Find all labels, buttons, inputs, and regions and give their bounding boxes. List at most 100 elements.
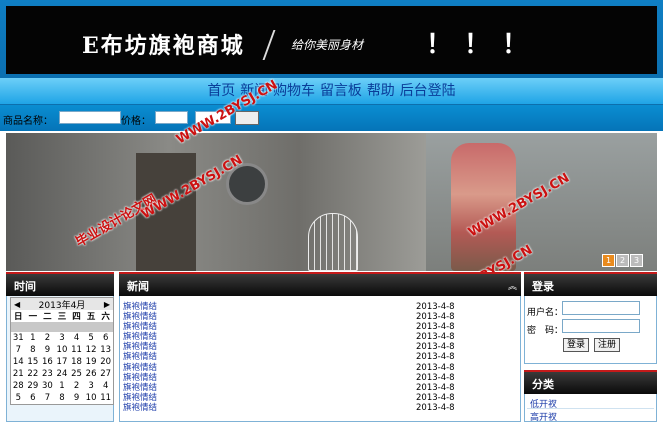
news-panel-title: 新闻 [119,272,521,296]
news-item-date: 2013-4-8 [416,362,455,373]
login-button[interactable]: 登录 [563,338,590,352]
calendar-day[interactable]: 13 [98,344,113,356]
calendar-day[interactable]: 4 [69,332,84,344]
nav-admin-login[interactable]: 后台登陆 [400,78,456,104]
news-item: 旗袍情结 2013-4-8 [123,342,473,352]
calendar-week: 31 1 2 3 4 5 6 [11,332,113,344]
calendar-day[interactable]: 26 [84,368,99,380]
calendar-day[interactable]: 29 [26,380,41,392]
more-arrow-icon[interactable]: ︽ [508,279,517,292]
news-item-date: 2013-4-8 [416,312,455,323]
weekday: 四 [72,312,81,322]
slogan-exclaim: ！！！ [426,30,541,60]
calendar-day[interactable]: 14 [11,356,26,368]
news-item-title[interactable]: 旗袍情结 [123,322,157,332]
promo-banner[interactable]: 1 2 3 [6,133,657,271]
category-divider [527,408,654,409]
calendar-day[interactable]: 25 [69,368,84,380]
calendar-day[interactable]: 15 [26,356,41,368]
banner-pager: 1 2 3 [602,254,643,267]
calendar-day[interactable]: 4 [98,380,113,392]
calendar-day[interactable]: 5 [84,332,99,344]
news-item: 旗袍情结 2013-4-8 [123,373,473,383]
product-name-input[interactable] [59,111,121,124]
calendar-grid: 日 一 二 三 四 五 六 31 1 2 3 4 5 6 7 8 9 10 11 12 13 14 15 16 1… [11,310,113,404]
calendar-day[interactable]: 7 [40,392,55,404]
news-item: 旗袍情结 2013-4-8 [123,383,473,393]
calendar-day[interactable]: 5 [11,392,26,404]
calendar-day[interactable]: 11 [69,344,84,356]
calendar-day[interactable]: 19 [84,356,99,368]
price-min-input[interactable] [155,111,188,124]
calendar-day[interactable]: 3 [84,380,99,392]
calendar-day[interactable]: 1 [26,332,41,344]
calendar-day[interactable]: 27 [98,368,113,380]
banner-page-2[interactable]: 2 [616,254,629,267]
news-item: 旗袍情结 2013-4-8 [123,352,473,362]
calendar-day[interactable]: 10 [55,344,70,356]
calendar-day[interactable]: 28 [11,380,26,392]
calendar-day[interactable]: 8 [26,344,41,356]
news-panel-title-text: 新闻 [127,280,149,293]
calendar-day[interactable]: 17 [55,356,70,368]
calendar-day[interactable]: 2 [69,380,84,392]
news-item-title[interactable]: 旗袍情结 [123,393,157,403]
calendar-day[interactable]: 22 [26,368,41,380]
calendar-prev-icon[interactable]: ◀ [14,300,20,309]
weekday: 六 [101,312,110,322]
banner-page-1[interactable]: 1 [602,254,615,267]
calendar-day[interactable]: 30 [40,380,55,392]
time-panel-title-text: 时间 [14,280,36,293]
banner-page-3[interactable]: 3 [630,254,643,267]
category-item[interactable]: 高开衩 [530,410,557,423]
news-item-title[interactable]: 旗袍情结 [123,302,157,312]
register-button[interactable]: 注册 [594,338,621,352]
nav-help[interactable]: 帮助 [367,78,395,104]
calendar-day[interactable]: 9 [40,344,55,356]
news-item-title[interactable]: 旗袍情结 [123,312,157,322]
calendar-day[interactable]: 1 [55,380,70,392]
password-input[interactable] [562,319,640,333]
calendar-day[interactable]: 3 [55,332,70,344]
news-item: 旗袍情结 2013-4-8 [123,403,473,413]
news-item-date: 2013-4-8 [416,402,455,413]
calendar-day[interactable]: 8 [55,392,70,404]
news-item-title[interactable]: 旗袍情结 [123,373,157,383]
calendar-day[interactable]: 31 [11,332,26,344]
news-item-date: 2013-4-8 [416,302,455,312]
news-list: 旗袍情结 2013-4-8 旗袍情结 2013-4-8 旗袍情结 2013-4-8 旗袍情结… [123,302,473,413]
main-nav: 首页 新闻 购物车 留言板 帮助 后台登陆 [0,78,663,105]
news-item-title[interactable]: 旗袍情结 [123,383,157,393]
category-panel-title: 分类 [524,370,657,394]
calendar-day[interactable]: 6 [26,392,41,404]
calendar-day[interactable]: 6 [98,332,113,344]
news-item-title[interactable]: 旗袍情结 [123,403,157,413]
calendar-day[interactable]: 16 [40,356,55,368]
calendar-day[interactable]: 2 [40,332,55,344]
calendar-day[interactable]: 24 [55,368,70,380]
nav-guestbook[interactable]: 留言板 [320,78,362,104]
calendar-day[interactable]: 12 [84,344,99,356]
site-logo[interactable]: E布坊旗袍商城 [82,28,245,60]
news-item-title[interactable]: 旗袍情结 [123,363,157,373]
calendar-day[interactable]: 23 [40,368,55,380]
calendar-day[interactable]: 10 [84,392,99,404]
calendar-day[interactable]: 9 [69,392,84,404]
username-input[interactable] [562,301,640,315]
calendar-next-icon[interactable]: ▶ [104,300,110,309]
news-item-title[interactable]: 旗袍情结 [123,342,157,352]
logo-divider [262,30,276,60]
calendar-day[interactable]: 7 [11,344,26,356]
calendar-week: 7 8 9 10 11 12 13 [11,344,113,356]
calendar-day[interactable]: 18 [69,356,84,368]
nav-cart[interactable]: 购物车 [273,78,315,104]
price-label: 价格： [121,116,151,127]
calendar-day[interactable]: 11 [98,392,113,404]
news-item-date: 2013-4-8 [416,342,455,353]
calendar-day[interactable]: 20 [98,356,113,368]
news-item-title[interactable]: 旗袍情结 [123,332,157,342]
news-item-title[interactable]: 旗袍情结 [123,352,157,362]
weekday: 五 [86,312,96,322]
calendar-spacer-row [11,322,113,332]
calendar-day[interactable]: 21 [11,368,26,380]
